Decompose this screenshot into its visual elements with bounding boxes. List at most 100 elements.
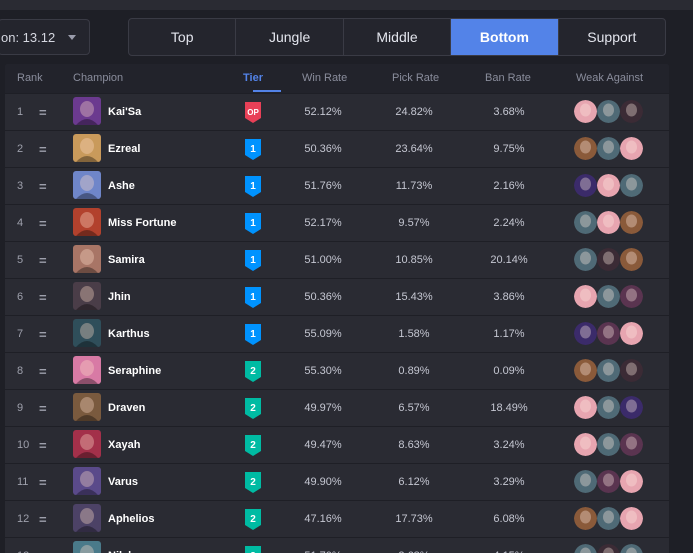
champion-icon[interactable] [73,171,101,199]
champion-name[interactable]: Varus [108,464,138,500]
table-row[interactable]: 13 = Nilah 3 51.70% 2.68% 4.15% [5,537,669,553]
counter-champion-icon[interactable] [597,433,620,456]
patch-version-select[interactable]: on: 13.12 [0,19,90,55]
champion-name[interactable]: Karthus [108,316,150,352]
champion-icon[interactable] [73,208,101,236]
counter-champion-icon[interactable] [574,433,597,456]
counter-champion-icon[interactable] [574,248,597,271]
tier-badge: 1 [245,176,261,197]
table-row[interactable]: 8 = Seraphine 2 55.30% 0.89% 0.09% [5,352,669,389]
counter-champion-icon[interactable] [620,507,643,530]
counter-champion-icon[interactable] [574,285,597,308]
header-ban-rate[interactable]: Ban Rate [485,72,531,84]
counter-champion-icon[interactable] [597,322,620,345]
champion-name[interactable]: Xayah [108,427,140,463]
counter-champion-icon[interactable] [620,211,643,234]
table-row[interactable]: 5 = Samira 1 51.00% 10.85% 20.14% [5,241,669,278]
counter-champion-icon[interactable] [574,507,597,530]
table-row[interactable]: 1 = Kai'Sa OP 52.12% 24.82% 3.68% [5,93,669,130]
tab-top[interactable]: Top [129,19,237,55]
table-row[interactable]: 4 = Miss Fortune 1 52.17% 9.57% 2.24% [5,204,669,241]
counter-champion-icon[interactable] [620,433,643,456]
counter-champion-icon[interactable] [620,359,643,382]
counter-champion-icon[interactable] [597,137,620,160]
champion-name[interactable]: Nilah [108,538,135,553]
tab-support[interactable]: Support [559,19,665,55]
counter-champion-icon[interactable] [597,507,620,530]
champion-icon[interactable] [73,356,101,384]
counter-champion-icon[interactable] [574,137,597,160]
header-pick-rate[interactable]: Pick Rate [392,72,439,84]
weak-against-list [574,470,643,493]
counter-champion-icon[interactable] [620,174,643,197]
tab-bottom[interactable]: Bottom [451,19,559,55]
win-rate: 52.17% [304,217,342,229]
champion-name[interactable]: Samira [108,242,145,278]
table-row[interactable]: 10 = Xayah 2 49.47% 8.63% 3.24% [5,426,669,463]
champion-icon[interactable] [73,541,101,553]
champion-icon[interactable] [73,430,101,458]
counter-champion-icon[interactable] [574,174,597,197]
table-row[interactable]: 12 = Aphelios 2 47.16% 17.73% 6.08% [5,500,669,537]
counter-champion-icon[interactable] [574,322,597,345]
champion-name[interactable]: Aphelios [108,501,154,537]
counter-champion-icon[interactable] [574,544,597,553]
counter-champion-icon[interactable] [597,211,620,234]
counter-champion-icon[interactable] [620,322,643,345]
champion-icon[interactable] [73,393,101,421]
counter-champion-icon[interactable] [597,470,620,493]
champion-icon[interactable] [73,97,101,125]
counter-champion-icon[interactable] [620,248,643,271]
counter-champion-icon[interactable] [574,359,597,382]
champion-name[interactable]: Miss Fortune [108,205,176,241]
counter-champion-icon[interactable] [620,396,643,419]
svg-text:2: 2 [250,477,256,488]
tab-jungle[interactable]: Jungle [236,19,344,55]
champion-name[interactable]: Seraphine [108,353,161,389]
table-row[interactable]: 11 = Varus 2 49.90% 6.12% 3.29% [5,463,669,500]
counter-champion-icon[interactable] [620,285,643,308]
svg-text:1: 1 [250,292,256,303]
tab-middle[interactable]: Middle [344,19,452,55]
counter-champion-icon[interactable] [597,100,620,123]
header-tier[interactable]: Tier [243,72,263,84]
champion-name[interactable]: Ezreal [108,131,140,167]
champion-icon[interactable] [73,504,101,532]
counter-champion-icon[interactable] [620,544,643,553]
counter-champion-icon[interactable] [597,396,620,419]
counter-champion-icon[interactable] [620,470,643,493]
champion-icon[interactable] [73,245,101,273]
header-champion[interactable]: Champion [73,72,123,84]
champion-name[interactable]: Draven [108,390,145,426]
champion-icon[interactable] [73,134,101,162]
counter-champion-icon[interactable] [620,137,643,160]
champion-icon[interactable] [73,467,101,495]
table-row[interactable]: 2 = Ezreal 1 50.36% 23.64% 9.75% [5,130,669,167]
champion-icon[interactable] [73,282,101,310]
champion-icon[interactable] [73,319,101,347]
ban-rate: 2.16% [493,180,525,192]
counter-champion-icon[interactable] [574,211,597,234]
table-row[interactable]: 7 = Karthus 1 55.09% 1.58% 1.17% [5,315,669,352]
header-win-rate[interactable]: Win Rate [302,72,347,84]
win-rate: 49.97% [304,402,342,414]
counter-champion-icon[interactable] [574,470,597,493]
table-row[interactable]: 6 = Jhin 1 50.36% 15.43% 3.86% [5,278,669,315]
pick-rate: 6.12% [398,476,430,488]
champion-name[interactable]: Kai'Sa [108,94,141,130]
counter-champion-icon[interactable] [597,359,620,382]
champion-name[interactable]: Jhin [108,279,131,315]
champion-name[interactable]: Ashe [108,168,135,204]
win-rate: 49.47% [304,439,342,451]
counter-champion-icon[interactable] [597,248,620,271]
counter-champion-icon[interactable] [620,100,643,123]
table-row[interactable]: 9 = Draven 2 49.97% 6.57% 18.49% [5,389,669,426]
header-rank[interactable]: Rank [17,72,43,84]
counter-champion-icon[interactable] [597,285,620,308]
counter-champion-icon[interactable] [574,396,597,419]
counter-champion-icon[interactable] [574,100,597,123]
table-row[interactable]: 3 = Ashe 1 51.76% 11.73% 2.16% [5,167,669,204]
counter-champion-icon[interactable] [597,174,620,197]
counter-champion-icon[interactable] [597,544,620,553]
win-rate: 51.76% [304,180,342,192]
